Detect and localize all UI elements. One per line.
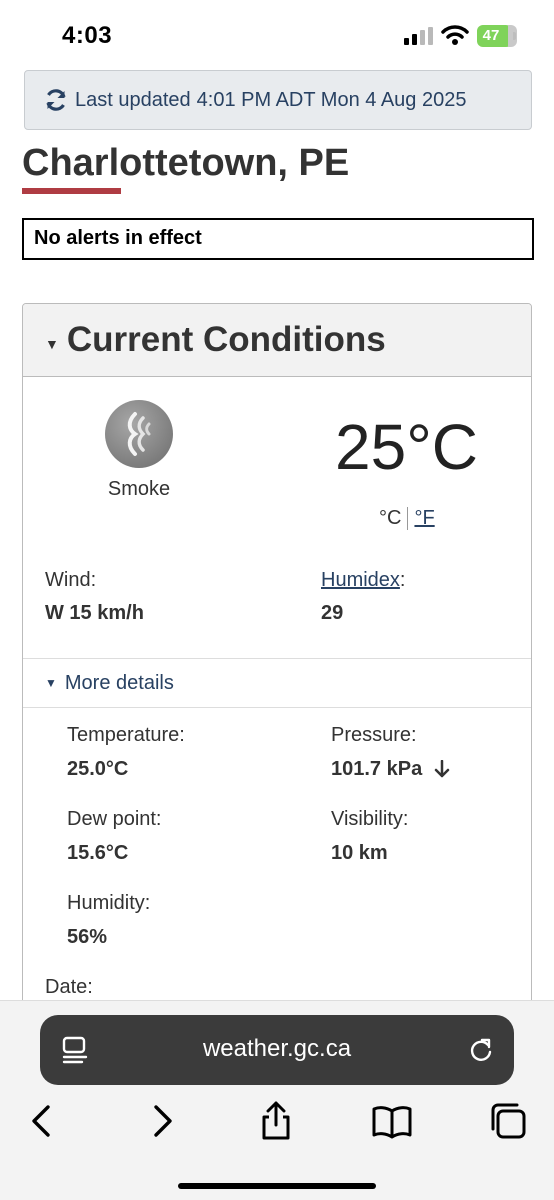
more-details-toggle[interactable]: ▼ More details — [23, 658, 531, 708]
tabs-icon[interactable] — [488, 1101, 528, 1141]
last-updated-bar[interactable]: Last updated 4:01 PM ADT Mon 4 Aug 2025 — [24, 70, 532, 130]
humidex-value: 29 — [321, 602, 344, 624]
visibility-value: 10 km — [331, 842, 388, 864]
humidity-value: 56% — [67, 926, 108, 948]
current-temperature: 25°C — [335, 411, 478, 483]
condition-label: Smoke — [107, 478, 171, 500]
last-updated-value: 4:01 PM ADT Mon 4 Aug 2025 — [196, 88, 467, 111]
current-conditions-title: Current Conditions — [66, 320, 386, 359]
unit-toggle: °C °F — [379, 507, 435, 530]
pressure-value: 101.7 kPa — [331, 758, 423, 780]
status-bar: 4:03 47 — [0, 0, 554, 70]
dew-point-value: 15.6°C — [67, 842, 129, 864]
pressure-value-row: 101.7 kPa — [331, 758, 450, 781]
address-bar[interactable]: weather.gc.ca — [40, 1015, 514, 1085]
humidity-label: Humidity: — [67, 892, 151, 914]
caret-down-icon: ▼ — [45, 676, 57, 690]
temperature-value: 25.0°C — [67, 758, 129, 780]
unit-celsius: °C — [379, 507, 409, 530]
visibility-label: Visibility: — [331, 808, 409, 830]
smoke-icon — [105, 400, 173, 468]
title-underline — [22, 188, 121, 194]
more-details-label: More details — [64, 671, 174, 694]
share-icon[interactable] — [256, 1101, 296, 1141]
alert-banner: No alerts in effect — [22, 218, 534, 260]
home-indicator — [178, 1183, 376, 1189]
wind-value: W 15 km/h — [45, 602, 144, 624]
date-label: Date: — [45, 976, 93, 998]
url-text[interactable]: weather.gc.ca — [40, 1035, 514, 1063]
pressure-label: Pressure: — [331, 724, 417, 746]
back-icon[interactable] — [22, 1101, 62, 1141]
status-time: 4:03 — [62, 22, 113, 49]
humidex-label: Humidex: — [321, 569, 406, 591]
unit-fahrenheit-link[interactable]: °F — [408, 507, 434, 530]
current-conditions-panel: ▼ Current Conditions Smoke 25°C °C °F Wi… — [22, 303, 532, 1063]
cellular-signal-icon — [404, 27, 433, 45]
current-conditions-header[interactable]: ▼ Current Conditions — [23, 304, 531, 377]
caret-down-icon: ▼ — [45, 336, 59, 352]
arrow-down-icon — [434, 760, 450, 778]
bookmarks-icon[interactable] — [372, 1101, 412, 1141]
battery-icon: 47 — [477, 25, 517, 47]
wifi-icon — [441, 25, 469, 45]
refresh-icon[interactable] — [43, 87, 69, 113]
page-title: Charlottetown, PE — [22, 142, 350, 184]
forward-icon[interactable] — [142, 1101, 182, 1141]
reload-icon[interactable] — [468, 1037, 494, 1063]
battery-level: 47 — [482, 27, 500, 44]
humidex-link[interactable]: Humidex — [321, 569, 400, 591]
last-updated-label: Last updated — [75, 88, 191, 111]
temperature-label: Temperature: — [67, 724, 185, 746]
wind-label: Wind: — [45, 569, 97, 591]
dew-point-label: Dew point: — [67, 808, 162, 830]
browser-toolbar: weather.gc.ca — [0, 1000, 554, 1200]
